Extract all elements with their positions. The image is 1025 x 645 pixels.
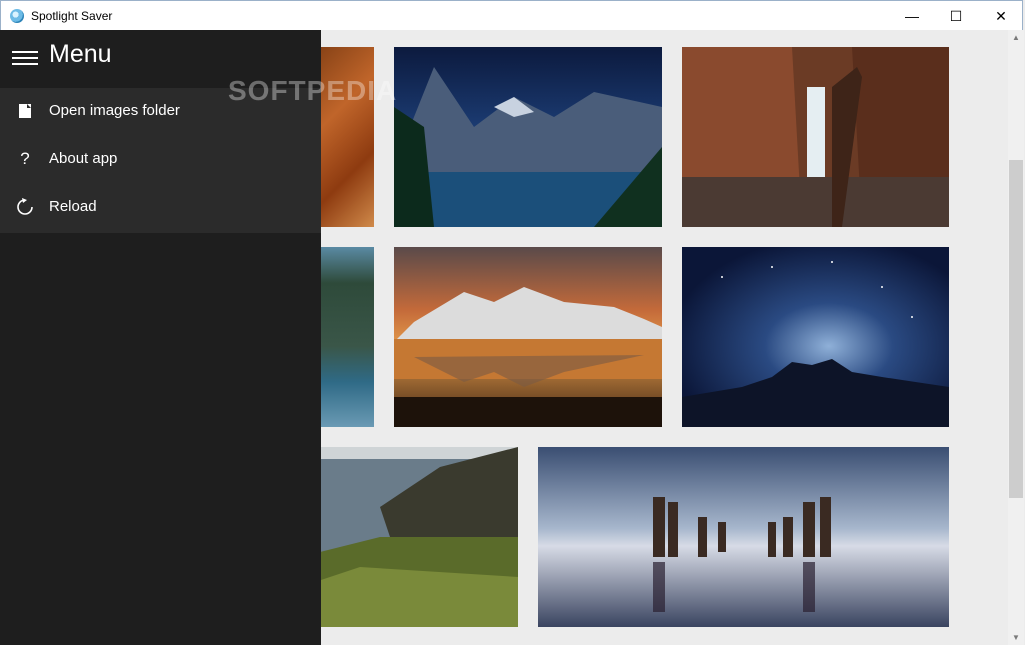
gallery-image[interactable] [682, 47, 949, 227]
maximize-icon: ☐ [949, 7, 963, 24]
help-icon: ? [20, 149, 30, 168]
close-icon: ✕ [995, 7, 1007, 24]
menu-item-reload[interactable]: Reload [0, 184, 321, 232]
scrollbar-thumb[interactable] [1009, 160, 1023, 498]
folder-icon [14, 100, 36, 122]
app-icon [10, 9, 24, 23]
gallery-image[interactable] [682, 247, 949, 427]
title-bar: Spotlight Saver — ☐ ✕ [0, 0, 1023, 30]
menu-item-label: Reload [49, 198, 97, 215]
hamburger-menu-icon[interactable] [12, 47, 38, 67]
menu-title: Menu [49, 40, 112, 68]
reload-icon [14, 196, 36, 218]
maximize-button[interactable]: ☐ [933, 1, 979, 31]
gallery-image[interactable] [394, 47, 662, 227]
scroll-up-icon[interactable]: ▲ [1008, 30, 1024, 44]
menu-item-label: Open images folder [49, 102, 180, 119]
watermark: SOFTPEDIA [228, 75, 398, 106]
window-title: Spotlight Saver [31, 9, 113, 23]
menu-item-about-app[interactable]: ? About app [0, 136, 321, 184]
vertical-scrollbar[interactable]: ▲ ▼ [1008, 30, 1024, 645]
menu-item-label: About app [49, 150, 118, 167]
navigation-menu: Menu Open images folder ? About app Relo… [0, 30, 321, 645]
gallery-image[interactable] [300, 447, 518, 627]
mountain-lake-image [394, 47, 662, 227]
starry-night-image [682, 247, 949, 427]
minimize-button[interactable]: — [889, 1, 935, 31]
sunset-mountains-image [394, 247, 662, 427]
pier-posts-image [538, 447, 949, 627]
minimize-icon: — [905, 8, 919, 24]
close-button[interactable]: ✕ [978, 1, 1024, 31]
gallery-image[interactable] [394, 247, 662, 427]
canyon-waterfall-image [682, 47, 949, 227]
scroll-down-icon[interactable]: ▼ [1008, 630, 1024, 644]
menu-list: Open images folder ? About app Reload [0, 88, 321, 233]
gallery-image[interactable] [538, 447, 949, 627]
coastal-cliffs-image [300, 447, 518, 627]
